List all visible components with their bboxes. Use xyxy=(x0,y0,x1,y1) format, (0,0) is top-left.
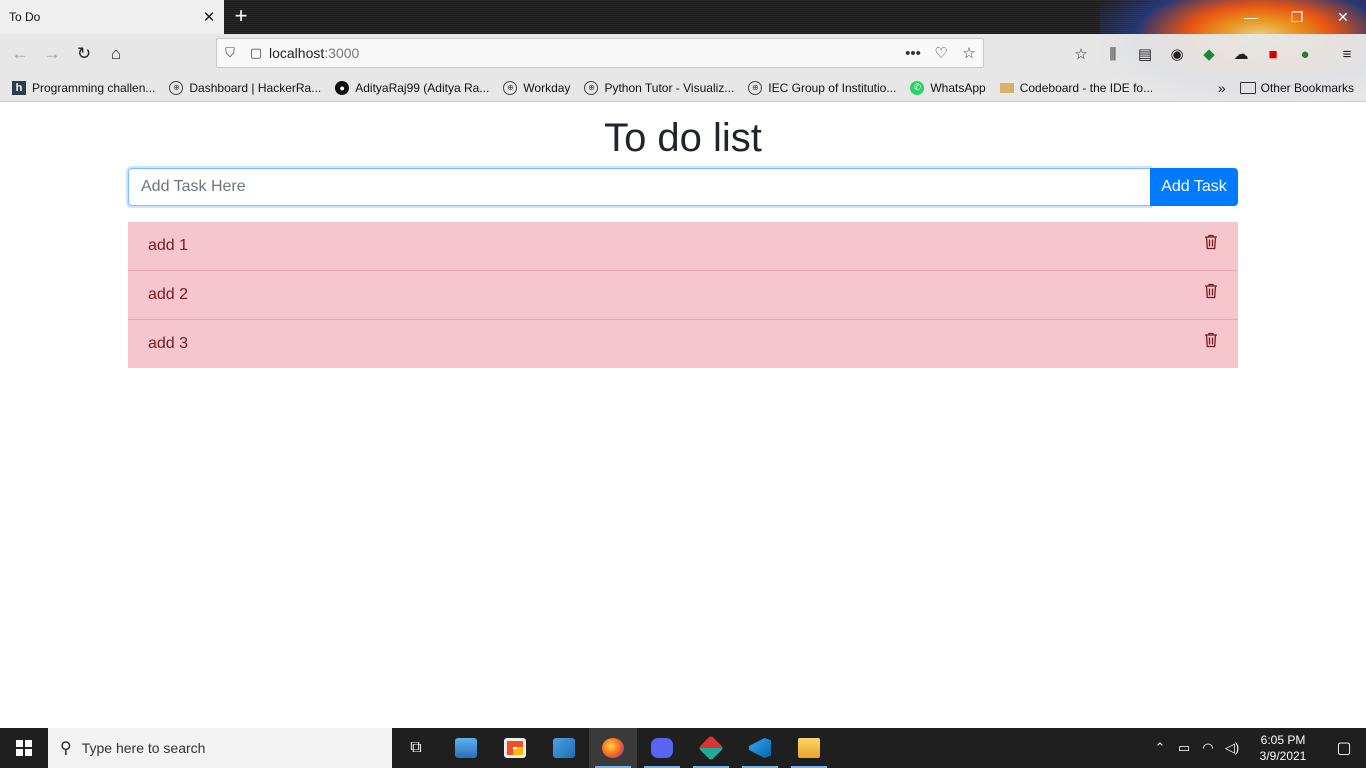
menu-icon[interactable]: ≡ xyxy=(1334,42,1360,66)
search-icon: ⚲ xyxy=(60,740,72,757)
page-actions-icon[interactable]: ••• xyxy=(899,45,927,62)
page-title: To do list xyxy=(604,116,762,160)
bookmark-item[interactable]: Codeboard - the IDE fo... xyxy=(999,81,1153,95)
close-tab-icon[interactable]: ✕ xyxy=(194,0,224,34)
bookmark-item[interactable]: ⊕ Dashboard | HackerRa... xyxy=(169,80,321,95)
bookmark-item[interactable]: ⊕ Python Tutor - Visualiz... xyxy=(584,80,734,95)
close-window-icon[interactable]: ✕ xyxy=(1320,0,1366,34)
tab-todo[interactable]: To Do ✕ xyxy=(0,0,224,34)
chevron-right-icon[interactable]: » xyxy=(1218,80,1226,96)
control-panel-icon[interactable] xyxy=(540,728,588,768)
add-task-form: Add Task xyxy=(128,168,1238,206)
codeboard-icon xyxy=(999,82,1014,93)
folder-icon xyxy=(1239,82,1256,94)
minimize-icon[interactable]: — xyxy=(1228,0,1274,34)
task-text: add 1 xyxy=(148,237,189,254)
windows-taskbar: ⚲ Type here to search ⧉ ⌃ ▭ ◠ ◁) 6:05 PM… xyxy=(0,728,1366,768)
clock-time: 6:05 PM xyxy=(1260,733,1306,747)
bookmark-item[interactable]: ✆ WhatsApp xyxy=(910,80,986,95)
bookmarks-bar: h Programming challen... ⊕ Dashboard | Hac… xyxy=(0,74,1366,102)
globe-icon: ⊕ xyxy=(748,80,763,95)
tab-strip: To Do ✕ + — ❐ ✕ xyxy=(0,0,1366,102)
bookmark-manager-icon[interactable]: ☆ xyxy=(1068,42,1094,66)
file-explorer-icon[interactable] xyxy=(785,728,833,768)
back-icon[interactable]: ← xyxy=(6,40,34,68)
new-tab-icon[interactable]: + xyxy=(228,4,254,30)
task-item: add 1 xyxy=(128,222,1238,271)
task-list: add 1 add 2 add 3 xyxy=(128,222,1238,368)
git-gui-icon[interactable] xyxy=(687,728,735,768)
hackerrank-icon: h xyxy=(12,80,26,95)
bookmark-star-icon[interactable]: ☆ xyxy=(955,44,983,62)
globe-icon: ⊕ xyxy=(584,80,599,95)
extension-green-icon[interactable]: ◆ xyxy=(1196,42,1222,66)
notifications-icon[interactable]: ▢ xyxy=(1322,738,1366,758)
discord-icon[interactable] xyxy=(638,728,686,768)
add-task-button[interactable]: Add Task xyxy=(1150,168,1238,206)
task-item: add 3 xyxy=(128,320,1238,368)
task-item: add 2 xyxy=(128,271,1238,320)
pocket-icon[interactable]: ♡ xyxy=(927,44,955,62)
task-input[interactable] xyxy=(128,168,1150,206)
browser-chrome: To Do ✕ + — ❐ ✕ ← → ↻ ⌂ ⛉ ▢ localhost:30… xyxy=(0,0,1366,102)
reload-icon[interactable]: ↻ xyxy=(70,40,98,68)
extension-red-icon[interactable]: ■ xyxy=(1260,42,1286,66)
extension-globe-icon[interactable]: ● xyxy=(1292,42,1318,66)
bookmark-item[interactable]: h Programming challen... xyxy=(12,80,155,95)
store-icon[interactable] xyxy=(491,728,539,768)
clock-date: 3/9/2021 xyxy=(1259,749,1307,763)
volume-icon[interactable]: ◁) xyxy=(1220,740,1244,756)
taskbar-search[interactable]: ⚲ Type here to search xyxy=(48,728,392,768)
firefox-taskbar-icon[interactable] xyxy=(589,728,637,768)
system-tray: ⌃ ▭ ◠ ◁) 6:05 PM 3/9/2021 ▢ xyxy=(1148,728,1366,768)
url-text[interactable]: localhost:3000 xyxy=(269,45,359,61)
restore-icon[interactable]: ❐ xyxy=(1274,0,1320,34)
bookmark-item[interactable]: ⊕ IEC Group of Institutio... xyxy=(748,80,896,95)
account-icon[interactable]: ◉ xyxy=(1164,42,1190,66)
shield-icon[interactable]: ⛉ xyxy=(217,45,243,61)
wifi-icon[interactable]: ◠ xyxy=(1196,740,1220,756)
globe-icon: ⊕ xyxy=(169,80,184,95)
task-text: add 3 xyxy=(148,335,189,352)
tab-title: To Do xyxy=(9,10,41,24)
home-icon[interactable]: ⌂ xyxy=(102,40,130,68)
vscode-icon[interactable] xyxy=(736,728,784,768)
clock[interactable]: 6:05 PM 3/9/2021 xyxy=(1244,732,1322,764)
task-text: add 2 xyxy=(148,286,189,303)
reader-view-icon[interactable]: ▤ xyxy=(1132,42,1158,66)
page-info-icon[interactable]: ▢ xyxy=(243,45,269,61)
chevron-up-icon[interactable]: ⌃ xyxy=(1148,740,1172,756)
windows-logo-icon xyxy=(16,740,32,756)
this-pc-icon[interactable] xyxy=(442,728,490,768)
bookmark-item[interactable]: ⊕ Workday xyxy=(503,80,570,95)
other-bookmarks[interactable]: Other Bookmarks xyxy=(1261,81,1354,95)
github-icon: ● xyxy=(335,80,350,95)
trash-icon[interactable] xyxy=(1204,283,1218,299)
battery-icon[interactable]: ▭ xyxy=(1172,740,1196,756)
url-bar[interactable]: ⛉ ▢ localhost:3000 ••• ♡ ☆ xyxy=(216,38,984,68)
bookmark-item[interactable]: ● AdityaRaj99 (Aditya Ra... xyxy=(335,80,489,95)
forward-icon[interactable]: → xyxy=(38,40,66,68)
globe-icon: ⊕ xyxy=(503,80,518,95)
whatsapp-icon: ✆ xyxy=(910,80,925,95)
page-content: To do list Add Task add 1 add 2 add 3 xyxy=(0,102,1366,728)
search-placeholder: Type here to search xyxy=(81,740,206,756)
nav-toolbar: ← → ↻ ⌂ ⛉ ▢ localhost:3000 ••• ♡ ☆ ☆ ⫼ ▤… xyxy=(0,34,1366,74)
trash-icon[interactable] xyxy=(1204,332,1218,348)
library-icon[interactable]: ⫼ xyxy=(1100,42,1126,66)
bookmarks-overflow: » Other Bookmarks xyxy=(1218,74,1354,102)
start-button[interactable] xyxy=(0,728,48,768)
trash-icon[interactable] xyxy=(1204,234,1218,250)
extension-cloud-icon[interactable]: ☁ xyxy=(1228,42,1254,66)
task-view-icon[interactable]: ⧉ xyxy=(392,728,440,768)
